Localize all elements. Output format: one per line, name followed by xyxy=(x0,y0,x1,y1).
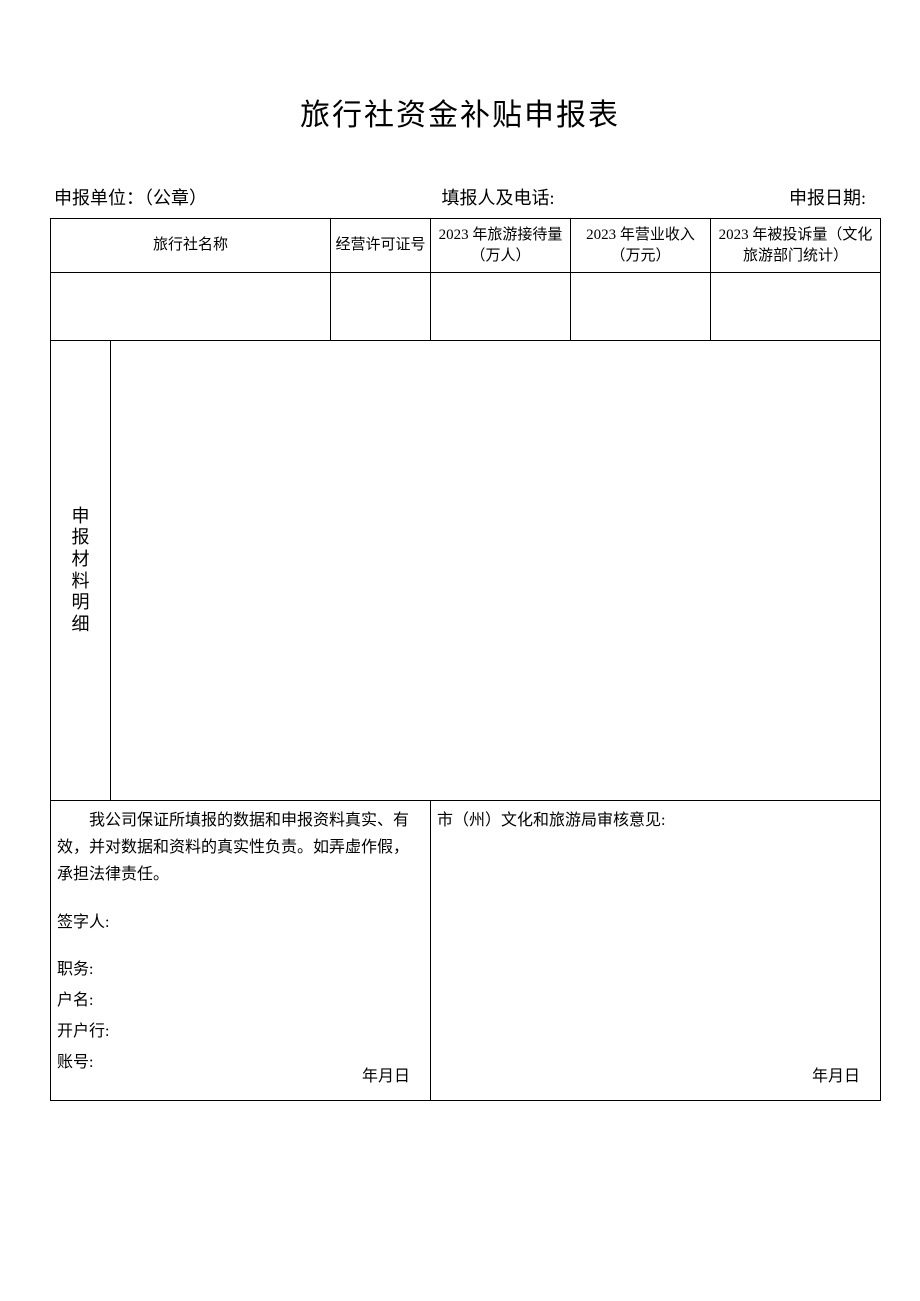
unit-label: 申报单位：（公章） xyxy=(54,184,207,210)
header-complaints: 2023 年被投诉量（文化旅游部门统计） xyxy=(711,219,881,273)
review-cell: 市（州）文化和旅游局审核意见: 年月日 xyxy=(431,801,881,1101)
page-title: 旅行社资金补贴申报表 xyxy=(50,90,870,134)
declaration-cell: 我公司保证所填报的数据和申报资料真实、有效，并对数据和资料的真实性负责。如弄虚作… xyxy=(51,801,431,1101)
header-agency-name: 旅行社名称 xyxy=(51,219,331,273)
review-date: 年月日 xyxy=(812,1063,860,1090)
header-reception: 2023 年旅游接待量（万人） xyxy=(431,219,571,273)
bank-label: 开户行: xyxy=(57,1018,424,1045)
signer-label: 签字人: xyxy=(57,909,424,936)
declaration-row: 我公司保证所填报的数据和申报资料真实、有效，并对数据和资料的真实性负责。如弄虚作… xyxy=(51,801,881,1101)
materials-content[interactable] xyxy=(111,341,881,801)
position-label: 职务: xyxy=(57,956,424,983)
filler-label: 填报人及电话: xyxy=(441,184,554,210)
table-data-row xyxy=(51,273,881,341)
header-row: 申报单位：（公章） 填报人及电话: 申报日期: xyxy=(50,184,870,210)
cell-reception[interactable] xyxy=(431,273,571,341)
application-table: 旅行社名称 经营许可证号 2023 年旅游接待量（万人） 2023 年营业收入（… xyxy=(50,218,881,1101)
materials-label: 申报材料明细 xyxy=(51,341,111,801)
declaration-text: 我公司保证所填报的数据和申报资料真实、有效，并对数据和资料的真实性负责。如弄虚作… xyxy=(57,807,424,889)
header-revenue: 2023 年营业收入（万元） xyxy=(571,219,711,273)
table-header-row: 旅行社名称 经营许可证号 2023 年旅游接待量（万人） 2023 年营业收入（… xyxy=(51,219,881,273)
cell-revenue[interactable] xyxy=(571,273,711,341)
cell-agency-name[interactable] xyxy=(51,273,331,341)
cell-complaints[interactable] xyxy=(711,273,881,341)
header-license-no: 经营许可证号 xyxy=(331,219,431,273)
cell-license-no[interactable] xyxy=(331,273,431,341)
account-name-label: 户名: xyxy=(57,987,424,1014)
declaration-date: 年月日 xyxy=(362,1063,410,1090)
date-label: 申报日期: xyxy=(789,184,866,210)
review-label: 市（州）文化和旅游局审核意见: xyxy=(437,807,874,834)
materials-row: 申报材料明细 xyxy=(51,341,881,801)
